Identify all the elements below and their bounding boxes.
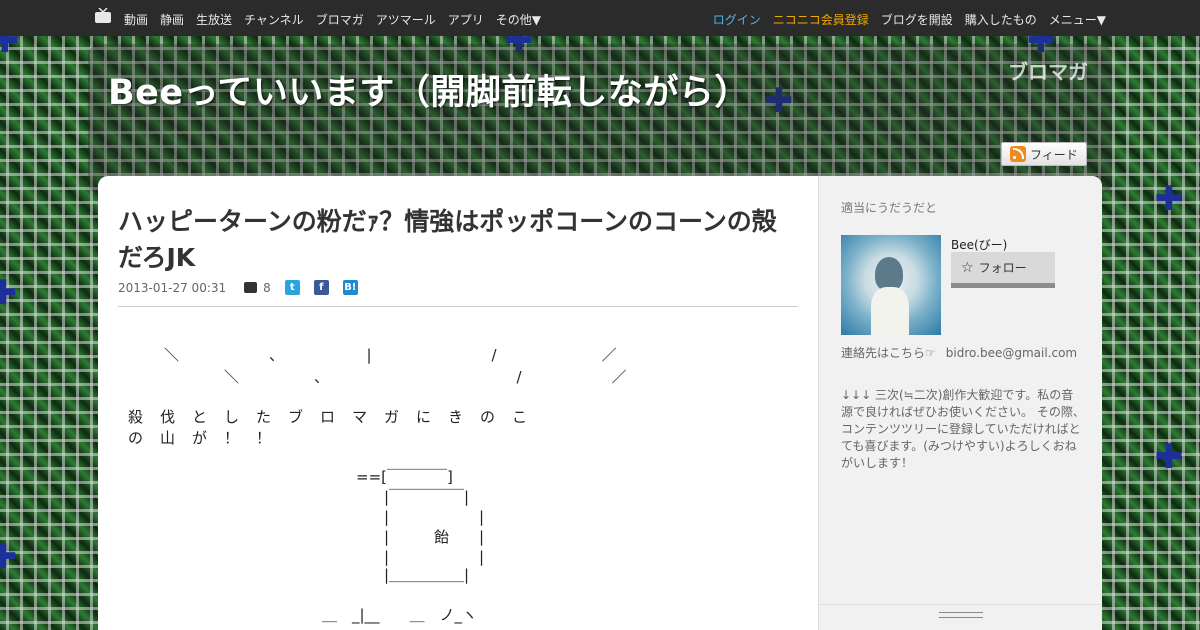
blomaga-logo[interactable]: ブロマガ <box>1008 56 1088 85</box>
ascii-art-line: ＼ 、 | / ／ <box>164 346 617 364</box>
open-blog-link[interactable]: ブログを開設 <box>881 11 953 28</box>
author-avatar[interactable] <box>841 235 941 335</box>
author-name[interactable]: Bee(びー) <box>951 236 1007 253</box>
nav-item-blomaga[interactable]: ブロマガ <box>316 11 364 28</box>
comment-icon[interactable] <box>244 282 258 293</box>
register-link[interactable]: ニコニコ会員登録 <box>773 11 869 28</box>
nav-item-app[interactable]: アプリ <box>448 11 484 28</box>
ascii-art-line: | 飴 | <box>384 528 485 546</box>
contact-label: 連絡先はこちら☞ <box>841 346 936 360</box>
ascii-art-line: ＼ 、 / ／ <box>224 368 627 386</box>
ascii-art-line: の 山 が ！ ！ <box>128 429 273 447</box>
niconico-tv-icon[interactable] <box>94 8 112 24</box>
ascii-art-line: ＿ _|__ ＿ ノ_ヽ <box>322 606 478 624</box>
star-icon: ☆ <box>961 259 974 276</box>
ascii-art-line: 殺 伐 と し た ブ ロ マ ガ に き の こ <box>128 408 529 426</box>
contact-email: bidro.bee@gmail.com <box>945 346 1078 360</box>
article-title[interactable]: ハッピーターンの粉だｧ？情強はポッポコーンのコーンの殻だろJK <box>118 204 798 276</box>
menu-dropdown[interactable]: メニュー▼ <box>1049 11 1106 28</box>
hatena-bookmark-icon[interactable]: B! <box>342 280 358 295</box>
sidebar: 適当にうだうだと Bee(びー) ☆ フォロー 連絡先はこちら☞ bidro.be… <box>818 176 1102 630</box>
blog-title[interactable]: Beeっていいます（開脚前転しながら） <box>108 64 750 115</box>
comment-count[interactable]: 8 <box>263 281 271 295</box>
ascii-art-line: | | <box>384 508 485 526</box>
purchased-link[interactable]: 購入したもの <box>965 11 1037 28</box>
nav-item-channel[interactable]: チャンネル <box>244 11 304 28</box>
global-nav-right: ログイン ニコニコ会員登録 ブログを開設 購入したもの メニュー▼ <box>713 11 1106 28</box>
background-cross-ornament: ✚ <box>1154 437 1184 477</box>
ascii-art-line: ==[￣￣￣￣] <box>356 468 453 486</box>
sidebar-divider <box>819 604 1102 605</box>
nav-item-more-dropdown[interactable]: その他▼ <box>496 11 541 28</box>
rss-icon <box>1010 146 1026 162</box>
nav-item-atsumaru[interactable]: アツマール <box>376 11 436 28</box>
follow-label: フォロー <box>978 261 1027 275</box>
background-cross-ornament: ✚ <box>0 537 18 577</box>
facebook-share-icon[interactable]: f <box>313 280 329 295</box>
nav-item-seiga[interactable]: 静画 <box>160 11 184 28</box>
login-link[interactable]: ログイン <box>713 11 761 28</box>
contact-info: 連絡先はこちら☞ bidro.bee@gmail.com <box>841 344 1077 361</box>
grip-handle-icon[interactable] <box>939 612 983 618</box>
nav-item-live[interactable]: 生放送 <box>196 11 232 28</box>
nav-item-douga[interactable]: 動画 <box>124 11 148 28</box>
blog-caption: 適当にうだうだと <box>841 201 938 215</box>
global-nav-left: 動画 静画 生放送 チャンネル ブロマガ アツマール アプリ その他▼ <box>124 11 541 28</box>
background-cross-ornament: ✚ <box>0 273 18 313</box>
background-cross-ornament: ✚ <box>1154 179 1184 219</box>
article-date: 2013-01-27 00:31 <box>118 280 227 295</box>
profile-description: ↓↓↓ 三次(≒二次)創作大歓迎です。私の音源で良ければぜひお使いください。 そ… <box>841 388 1085 470</box>
main-content-card: ハッピーターンの粉だｧ？情強はポッポコーンのコーンの殻だろJK 2013-01-… <box>98 176 1102 630</box>
ascii-art-line: |＿＿＿＿＿| <box>384 566 470 584</box>
feed-button[interactable]: フィード <box>1001 142 1087 166</box>
twitter-share-icon[interactable]: t <box>284 280 300 295</box>
top-navigation-bar: 動画 静画 生放送 チャンネル ブロマガ アツマール アプリ その他▼ ログイン… <box>0 0 1200 36</box>
feed-label: フィード <box>1030 147 1078 162</box>
title-divider <box>118 306 798 307</box>
article: ハッピーターンの粉だｧ？情強はポッポコーンのコーンの殻だろJK 2013-01-… <box>98 176 818 630</box>
ascii-art-line: |￣￣￣￣￣| <box>384 488 470 506</box>
follow-button[interactable]: ☆ フォロー <box>951 252 1055 288</box>
article-meta: 2013-01-27 00:31 8 t f B! <box>118 280 358 295</box>
